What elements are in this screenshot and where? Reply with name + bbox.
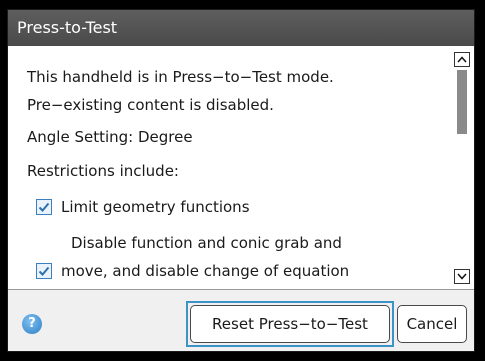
checkmark-icon — [38, 202, 50, 212]
restriction-label-line2: move, and disable change of equation — [61, 262, 350, 280]
checkmark-icon — [38, 266, 50, 276]
scroll-up-button[interactable] — [454, 52, 470, 67]
dialog-content: This handheld is in Press−to−Test mode. … — [8, 46, 474, 289]
mode-message: This handheld is in Press−to−Test mode. — [27, 68, 334, 86]
checkbox-disable-grab[interactable] — [36, 263, 52, 279]
content-disabled-message: Pre−existing content is disabled. — [27, 96, 274, 114]
restrictions-heading: Restrictions include: — [27, 162, 179, 180]
press-to-test-dialog: Press-to-Test This handheld is in Press−… — [7, 9, 475, 352]
reset-press-to-test-button[interactable]: Reset Press−to−Test — [190, 305, 390, 343]
cancel-button[interactable]: Cancel — [397, 305, 467, 343]
help-icon[interactable]: ? — [22, 314, 42, 334]
checkbox-limit-geometry[interactable] — [36, 199, 52, 215]
restriction-disable-grab[interactable]: move, and disable change of equation — [36, 260, 349, 282]
chevron-up-icon — [457, 56, 467, 63]
restriction-label: Limit geometry functions — [61, 198, 250, 216]
restriction-label-line1: Disable function and conic grab and — [71, 234, 342, 252]
scroll-down-button[interactable] — [454, 269, 470, 284]
vertical-scrollbar[interactable] — [454, 52, 470, 284]
scroll-thumb[interactable] — [457, 70, 467, 134]
dialog-footer: ? Reset Press−to−Test Cancel — [8, 289, 474, 351]
chevron-down-icon — [457, 273, 467, 280]
dialog-title: Press-to-Test — [8, 10, 474, 46]
restriction-limit-geometry[interactable]: Limit geometry functions — [36, 196, 250, 218]
angle-setting-text: Angle Setting: Degree — [27, 128, 193, 146]
screen-frame: Press-to-Test This handheld is in Press−… — [0, 0, 485, 361]
